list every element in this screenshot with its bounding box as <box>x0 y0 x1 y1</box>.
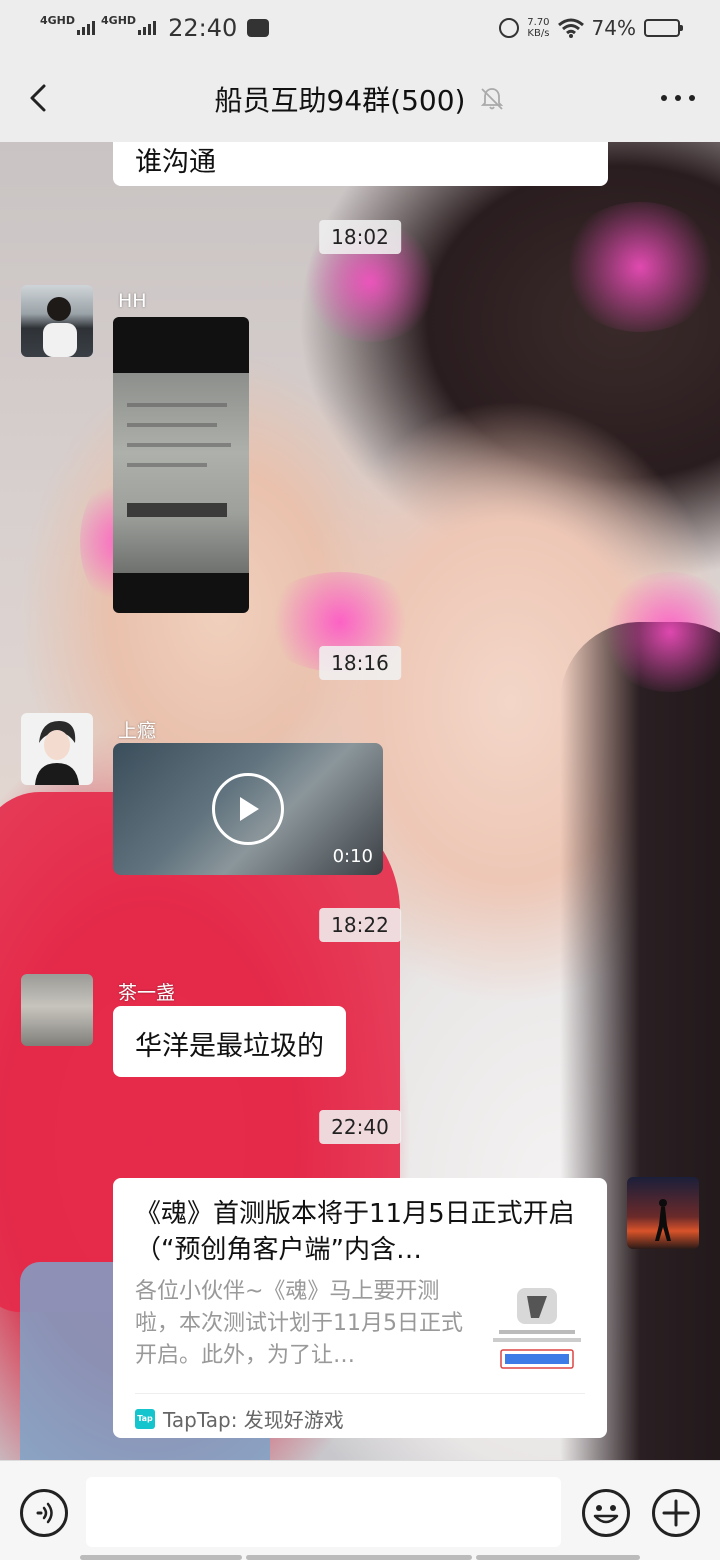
plus-icon <box>662 1499 690 1527</box>
status-bar: 4GHD 4GHD 22:40 7.70 KB/s 74% <box>0 0 720 56</box>
play-triangle <box>240 797 259 821</box>
card-thumbnail <box>489 1284 585 1374</box>
notification-icon <box>247 19 270 37</box>
image-detail <box>127 463 207 467</box>
avatar-image <box>655 1199 671 1241</box>
video-duration: 0:10 <box>332 846 373 867</box>
image-content <box>113 373 249 573</box>
battery-icon <box>644 19 683 37</box>
sender-name: HH <box>118 290 147 312</box>
gesture-bar <box>246 1555 472 1560</box>
smiley-icon <box>593 1505 619 1524</box>
avatar[interactable] <box>21 713 93 785</box>
signal-1: 4GHD <box>40 14 96 35</box>
avatar-image <box>35 721 79 785</box>
voice-icon <box>36 1502 53 1524</box>
chat-area[interactable]: 谁沟通 18:02 HH 18:16 上瘾 0:10 18:22 茶一盏 华洋是… <box>0 142 720 1460</box>
speed-value: 7.70 <box>527 17 550 28</box>
status-time: 22:40 <box>168 14 238 42</box>
plus-button[interactable] <box>652 1489 700 1537</box>
voice-input-button[interactable] <box>20 1489 68 1537</box>
battery-percent: 74% <box>591 16 636 40</box>
network-type-1: 4GHD <box>40 14 76 27</box>
wifi-icon <box>557 18 584 38</box>
input-bar <box>0 1460 720 1560</box>
speed-unit: KB/s <box>527 28 550 39</box>
avatar[interactable] <box>21 285 93 357</box>
signal-2: 4GHD <box>101 14 157 35</box>
signal-bars-icon <box>138 21 157 35</box>
message-text: 华洋是最垃圾的 <box>135 1031 324 1062</box>
bell-off-icon <box>481 88 504 110</box>
avatar[interactable] <box>627 1177 699 1249</box>
sender-name: 茶一盏 <box>118 982 176 1004</box>
message-bubble[interactable]: 华洋是最垃圾的 <box>113 1006 346 1077</box>
chevron-left-icon[interactable] <box>22 80 58 116</box>
card-title: 《魂》首测版本将于11月5日正式开启（“预创角客户端”内含… <box>135 1199 575 1265</box>
gesture-bar <box>476 1555 640 1560</box>
avatar[interactable] <box>21 974 93 1046</box>
image-detail <box>127 443 231 447</box>
emoji-button[interactable] <box>582 1489 630 1537</box>
timestamp: 18:16 <box>319 646 401 680</box>
link-card[interactable]: 《魂》首测版本将于11月5日正式开启（“预创角客户端”内含… 各位小伙伴~《魂》… <box>113 1178 607 1438</box>
image-detail <box>127 423 217 427</box>
signal-bars-icon <box>77 21 96 35</box>
card-source: Tap TapTap: 发现好游戏 <box>135 1404 344 1433</box>
chat-title: 船员互助94群(500) <box>214 84 466 117</box>
network-type-2: 4GHD <box>101 14 137 27</box>
background-glow <box>560 202 720 332</box>
image-detail <box>127 403 227 407</box>
timestamp: 18:02 <box>319 220 401 254</box>
play-icon[interactable] <box>212 773 284 845</box>
message-bubble[interactable]: 谁沟通 <box>113 142 608 186</box>
timestamp: 18:22 <box>319 908 401 942</box>
avatar-image <box>43 297 77 357</box>
message-text: 谁沟通 <box>135 147 216 178</box>
gesture-bar <box>80 1555 242 1560</box>
chat-header: 船员互助94群(500) <box>0 56 720 142</box>
message-input[interactable] <box>86 1477 561 1547</box>
taptap-logo-icon: Tap <box>135 1408 155 1429</box>
alarm-icon <box>499 18 520 38</box>
card-description: 各位小伙伴~《魂》马上要开测啦，本次测试计划于11月5日正式开启。此外，为了让… <box>135 1279 463 1368</box>
more-dots-icon[interactable] <box>658 86 698 110</box>
image-detail <box>127 503 227 517</box>
video-message[interactable]: 0:10 <box>113 743 383 875</box>
image-message[interactable] <box>113 317 249 613</box>
timestamp: 22:40 <box>319 1110 401 1144</box>
card-thumbnail-image <box>493 1288 581 1369</box>
sender-name: 上瘾 <box>118 720 157 742</box>
card-source-text: TapTap: 发现好游戏 <box>163 1408 344 1432</box>
card-divider <box>135 1393 585 1394</box>
network-speed: 7.70 KB/s <box>527 17 549 39</box>
